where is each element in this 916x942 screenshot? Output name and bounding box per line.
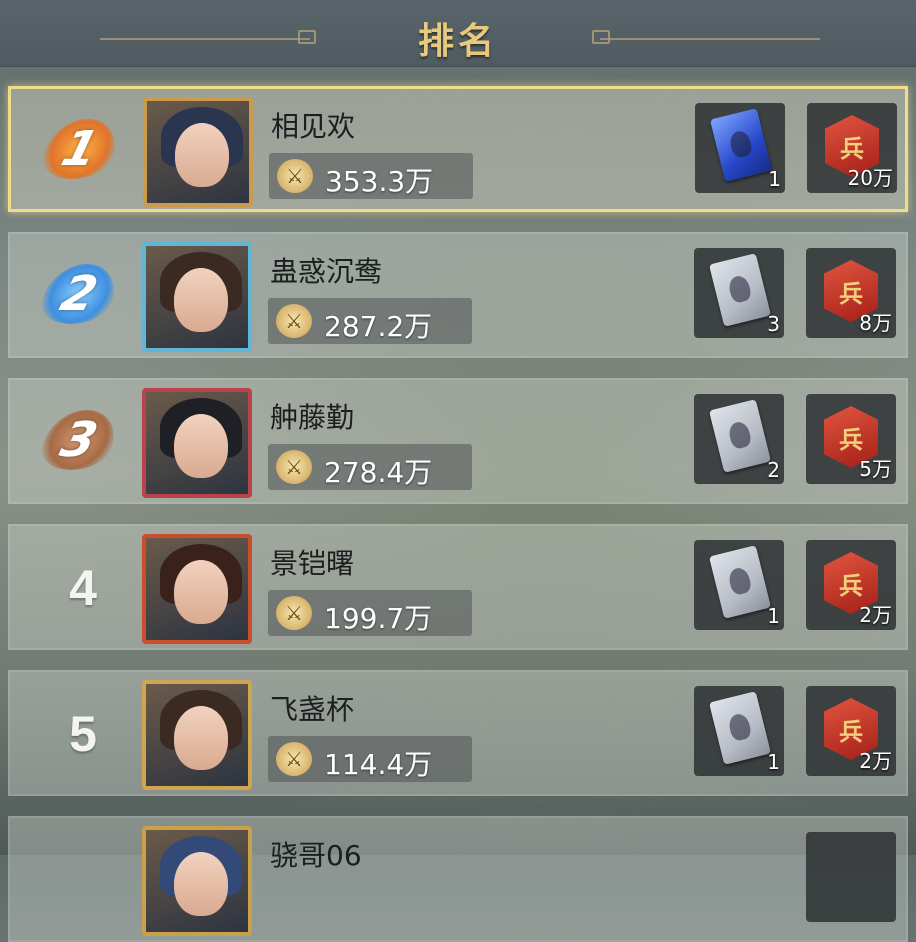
avatar[interactable] xyxy=(142,826,252,936)
power-value: 114.4万 xyxy=(324,748,433,781)
power-box: ⚔ 353.3万 xyxy=(269,153,473,199)
sword-power-icon: ⚔ xyxy=(277,159,313,193)
reward-token[interactable]: 兵 20万 xyxy=(807,103,897,193)
reward-qty: 20万 xyxy=(847,166,893,190)
reward-qty: 3 xyxy=(767,312,780,336)
rank-number: 4 xyxy=(69,560,97,616)
reward-qty: 2万 xyxy=(859,603,892,627)
reward-card-pack[interactable]: 1 xyxy=(695,103,785,193)
reward-qty: 2万 xyxy=(859,749,892,773)
header-ornament-knot-right xyxy=(592,30,610,44)
reward-qty: 5万 xyxy=(859,457,892,481)
rank-number: 3 xyxy=(54,412,104,468)
rank-row-4[interactable]: 4 景铠曙 ⚔ 199.7万 1 兵 2万 xyxy=(8,524,908,650)
rank-row-2[interactable]: 2 蛊惑沉鸯 ⚔ 287.2万 3 兵 8万 xyxy=(8,232,908,358)
player-name: 蛊惑沉鸯 xyxy=(270,255,383,288)
ranking-header: 排名 xyxy=(0,0,916,67)
rank-number: 5 xyxy=(69,706,97,762)
reward-token[interactable] xyxy=(806,832,896,922)
avatar[interactable] xyxy=(142,242,252,352)
sword-power-icon: ⚔ xyxy=(276,450,312,484)
rank-row-6[interactable]: 骁哥06 xyxy=(8,816,908,942)
power-value: 199.7万 xyxy=(324,602,433,635)
reward-qty: 2 xyxy=(767,458,780,482)
rank-number: 2 xyxy=(54,266,104,322)
power-value: 278.4万 xyxy=(324,456,433,489)
header-ornament-right xyxy=(600,38,820,40)
rank-badge-gold: 1 xyxy=(36,119,124,179)
avatar[interactable] xyxy=(143,97,253,207)
reward-card-pack[interactable]: 1 xyxy=(694,686,784,776)
player-name: 飞盏杯 xyxy=(270,693,355,726)
rank-badge-bronze: 3 xyxy=(35,410,123,470)
sword-power-icon: ⚔ xyxy=(276,304,312,338)
power-box: ⚔ 278.4万 xyxy=(268,444,472,490)
sword-power-icon: ⚔ xyxy=(276,596,312,630)
power-value: 353.3万 xyxy=(325,165,434,198)
blue-card-pack-icon xyxy=(709,108,773,182)
power-box: ⚔ 199.7万 xyxy=(268,590,472,636)
power-box: ⚔ 114.4万 xyxy=(268,736,472,782)
reward-qty: 1 xyxy=(767,750,780,774)
reward-token[interactable]: 兵 5万 xyxy=(806,394,896,484)
avatar[interactable] xyxy=(142,534,252,644)
reward-qty: 1 xyxy=(767,604,780,628)
player-name: 舯藤勤 xyxy=(270,401,355,434)
avatar[interactable] xyxy=(142,388,252,498)
power-value: 287.2万 xyxy=(324,310,433,343)
player-name: 景铠曙 xyxy=(270,547,355,580)
reward-card-pack[interactable]: 2 xyxy=(694,394,784,484)
rank-row-5[interactable]: 5 飞盏杯 ⚔ 114.4万 1 兵 2万 xyxy=(8,670,908,796)
reward-token[interactable]: 兵 2万 xyxy=(806,686,896,776)
silver-card-pack-icon xyxy=(708,545,772,619)
reward-card-pack[interactable]: 3 xyxy=(694,248,784,338)
silver-card-pack-icon xyxy=(708,691,772,765)
silver-card-pack-icon xyxy=(708,253,772,327)
rank-badge-silver: 2 xyxy=(35,264,123,324)
reward-token[interactable]: 兵 2万 xyxy=(806,540,896,630)
player-name: 相见欢 xyxy=(271,110,356,143)
reward-qty: 8万 xyxy=(859,311,892,335)
rank-row-3[interactable]: 3 舯藤勤 ⚔ 278.4万 2 兵 5万 xyxy=(8,378,908,504)
reward-token[interactable]: 兵 8万 xyxy=(806,248,896,338)
avatar[interactable] xyxy=(142,680,252,790)
silver-card-pack-icon xyxy=(708,399,772,473)
rank-number: 1 xyxy=(55,121,105,177)
rank-row-1[interactable]: 1 相见欢 ⚔ 353.3万 1 兵 20万 xyxy=(8,86,908,212)
reward-qty: 1 xyxy=(768,167,781,191)
power-box: ⚔ 287.2万 xyxy=(268,298,472,344)
reward-card-pack[interactable]: 1 xyxy=(694,540,784,630)
sword-power-icon: ⚔ xyxy=(276,742,312,776)
player-name: 骁哥06 xyxy=(270,839,362,872)
